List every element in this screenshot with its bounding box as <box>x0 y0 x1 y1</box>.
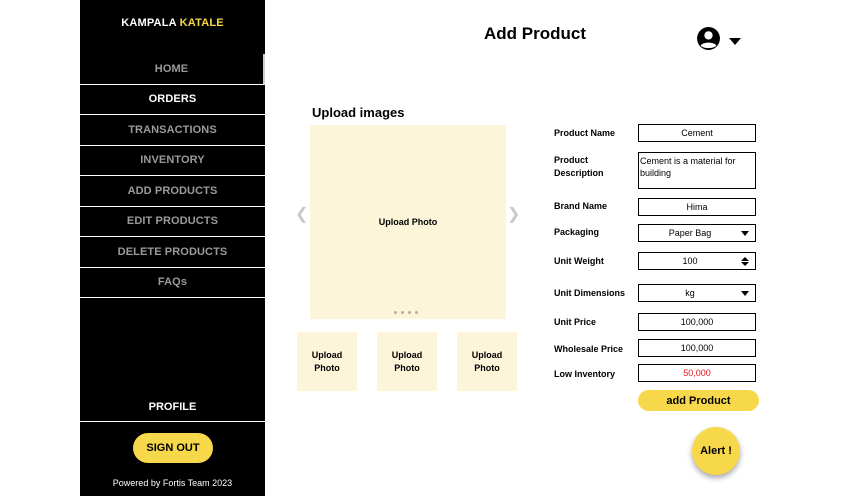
page-title: Add Product <box>484 24 586 43</box>
carousel-indicator <box>394 311 418 314</box>
unit-weight-stepper[interactable]: 100 <box>638 252 756 270</box>
carousel-dot[interactable] <box>401 311 404 314</box>
product-description-input[interactable]: Cement is a material for building <box>638 152 756 189</box>
product-name-value: Cement <box>681 128 713 138</box>
caret-down-icon <box>741 290 749 296</box>
carousel-dot[interactable] <box>415 311 418 314</box>
sidebar: KAMPALA KATALE HOME ORDERS TRANSACTIONS … <box>80 0 265 496</box>
unit-price-value: 100,000 <box>680 317 714 327</box>
caret-down-icon <box>741 230 749 236</box>
thumbnail-label-line1: Upload <box>391 349 423 360</box>
sign-out-button[interactable]: SIGN OUT <box>133 433 213 463</box>
wholesale-price-label: Wholesale Price <box>554 344 624 354</box>
main-photo-label: Upload Photo <box>378 217 438 227</box>
brand-name-value: Hima <box>686 202 708 212</box>
thumbnail-label-line1: Upload <box>471 349 503 360</box>
brand-accent: KATALE <box>179 17 224 29</box>
unit-weight-label: Unit Weight <box>554 256 604 266</box>
sidebar-item-edit-products[interactable]: EDIT PRODUCTS <box>80 207 265 237</box>
carousel-dot[interactable] <box>408 311 411 314</box>
low-inventory-label: Low Inventory <box>554 369 616 379</box>
footer-credit: Powered by Fortis Team 2023 <box>112 478 233 488</box>
thumbnail-upload-3[interactable]: Upload Photo <box>457 332 517 391</box>
sidebar-nav: HOME ORDERS TRANSACTIONS INVENTORY ADD P… <box>80 54 265 298</box>
sidebar-item-home[interactable]: HOME <box>80 54 265 85</box>
user-circle-icon[interactable] <box>696 26 721 51</box>
unit-dimensions-select[interactable]: kg <box>638 284 756 302</box>
packaging-value: Paper Bag <box>668 228 712 238</box>
brand-logo: KAMPALA KATALE <box>80 17 265 29</box>
thumbnail-label-line2: Photo <box>314 362 340 373</box>
carousel-dot[interactable] <box>394 311 397 314</box>
alert-button[interactable]: Alert ! <box>692 427 740 475</box>
account-menu-caret-icon[interactable] <box>729 38 741 45</box>
chevron-right-icon[interactable]: ❯ <box>507 207 520 223</box>
unit-price-label: Unit Price <box>554 317 597 327</box>
unit-price-input[interactable]: 100,000 <box>638 313 756 331</box>
brand-primary: KAMPALA <box>121 17 177 29</box>
unit-dimensions-label: Unit Dimensions <box>554 288 626 298</box>
chevron-left-icon[interactable]: ❮ <box>295 207 308 223</box>
product-name-input[interactable]: Cement <box>638 124 756 142</box>
stepper-arrows-icon[interactable] <box>741 256 749 266</box>
upload-images-heading: Upload images <box>312 105 405 120</box>
thumbnail-label-line1: Upload <box>311 349 343 360</box>
wholesale-price-value: 100,000 <box>680 343 714 353</box>
sidebar-item-inventory[interactable]: INVENTORY <box>80 146 265 176</box>
thumbnail-upload-1[interactable]: Upload Photo <box>297 332 357 391</box>
unit-dimensions-value: kg <box>685 288 695 298</box>
thumbnail-upload-2[interactable]: Upload Photo <box>377 332 437 391</box>
thumbnail-label-line2: Photo <box>394 362 420 373</box>
low-inventory-value: 50,000 <box>683 368 711 378</box>
sidebar-item-transactions[interactable]: TRANSACTIONS <box>80 115 265 146</box>
brand-name-input[interactable]: Hima <box>638 198 756 216</box>
sidebar-item-profile[interactable]: PROFILE <box>80 392 265 422</box>
unit-weight-value: 100 <box>682 256 698 266</box>
packaging-label: Packaging <box>554 227 600 237</box>
brand-name-label: Brand Name <box>554 201 608 211</box>
sidebar-item-delete-products[interactable]: DELETE PRODUCTS <box>80 237 265 268</box>
product-name-label: Product Name <box>554 128 616 138</box>
sidebar-item-add-products[interactable]: ADD PRODUCTS <box>80 176 265 207</box>
low-inventory-input[interactable]: 50,000 <box>638 364 756 382</box>
packaging-select[interactable]: Paper Bag <box>638 224 756 242</box>
sidebar-item-orders[interactable]: ORDERS <box>80 85 265 115</box>
thumbnail-label-line2: Photo <box>474 362 500 373</box>
add-product-button[interactable]: add Product <box>638 390 759 411</box>
product-description-label: Product Description <box>554 155 604 178</box>
main-photo-upload[interactable]: Upload Photo <box>310 125 506 319</box>
wholesale-price-input[interactable]: 100,000 <box>638 339 756 357</box>
sidebar-item-faqs[interactable]: FAQs <box>80 268 265 298</box>
